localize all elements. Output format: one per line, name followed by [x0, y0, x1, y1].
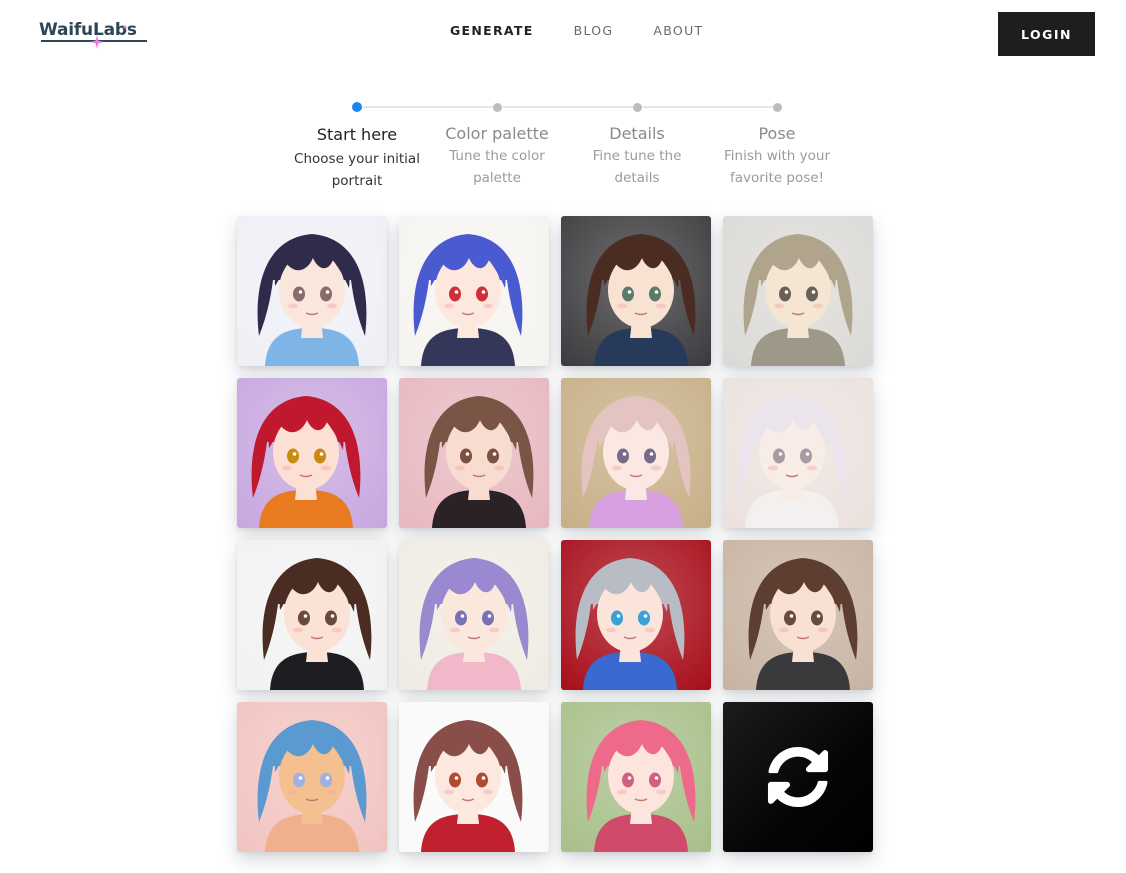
- portrait-eye-right: [638, 610, 650, 626]
- portrait-tile[interactable]: [399, 540, 549, 690]
- portrait-eye-right: [649, 286, 661, 302]
- portrait-eye-right: [320, 772, 332, 788]
- portrait-tile[interactable]: [237, 378, 387, 528]
- portrait-eye-right: [314, 448, 326, 464]
- login-button[interactable]: LOGIN: [998, 12, 1095, 56]
- step-desc: Choose your initial portrait: [294, 151, 420, 189]
- portrait-tile[interactable]: [237, 216, 387, 366]
- step-desc: Fine tune the details: [592, 148, 682, 186]
- portrait-tile[interactable]: [723, 540, 873, 690]
- portrait-tile[interactable]: [561, 540, 711, 690]
- portrait-eye-left: [784, 610, 796, 626]
- logo[interactable]: WaifuLabs: [39, 18, 147, 49]
- header: WaifuLabs GENERATE BLOG ABOUT LOGIN: [0, 0, 1126, 70]
- step-title: Pose: [758, 124, 796, 143]
- step-title: Start here: [316, 125, 398, 144]
- step-desc: Tune the color palette: [449, 148, 545, 186]
- portrait-image: [399, 540, 549, 690]
- portrait-eye-left: [617, 448, 629, 464]
- portrait-eye-right: [482, 610, 494, 626]
- portrait-eye-left: [455, 610, 467, 626]
- refresh-button[interactable]: [723, 702, 873, 852]
- portrait-tile[interactable]: [561, 216, 711, 366]
- portrait-eye-right: [811, 610, 823, 626]
- step-details: Details Fine tune the details: [567, 100, 707, 189]
- portrait-tile[interactable]: [399, 216, 549, 366]
- portrait-grid: [237, 216, 873, 852]
- small-sparkle-icon: [122, 24, 128, 30]
- portrait-image: [561, 378, 711, 528]
- portrait-image: [399, 378, 549, 528]
- portrait-eye-left: [449, 772, 461, 788]
- portrait-image: [561, 540, 711, 690]
- portrait-image: [723, 540, 873, 690]
- step-dot: [632, 103, 642, 112]
- portrait-eye-left: [773, 448, 785, 464]
- portrait-eye-left: [449, 286, 461, 302]
- portrait-eye-right: [325, 610, 337, 626]
- progress-stepper: Start here Choose your initial portrait C…: [287, 100, 847, 195]
- portrait-eye-left: [622, 286, 634, 302]
- step-title: Details: [609, 124, 665, 143]
- portrait-eye-right: [806, 286, 818, 302]
- portrait-image: [561, 216, 711, 366]
- portrait-tile[interactable]: [399, 702, 549, 852]
- portrait-eye-right: [476, 772, 488, 788]
- step-title: Color palette: [445, 124, 549, 143]
- portrait-image: [723, 216, 873, 366]
- step-pose: Pose Finish with your favorite pose!: [707, 100, 847, 189]
- portrait-tile[interactable]: [723, 378, 873, 528]
- portrait-image: [399, 702, 549, 852]
- portrait-image: [723, 378, 873, 528]
- step-desc: Finish with your favorite pose!: [723, 148, 830, 186]
- portrait-eye-left: [611, 610, 623, 626]
- portrait-tile[interactable]: [399, 378, 549, 528]
- portrait-tile[interactable]: [561, 378, 711, 528]
- portrait-eye-left: [298, 610, 310, 626]
- portrait-tile[interactable]: [561, 702, 711, 852]
- portrait-eye-right: [649, 772, 661, 788]
- refresh-icon: [767, 746, 829, 808]
- step-start-here[interactable]: Start here Choose your initial portrait: [287, 100, 427, 192]
- sparkle-icon: [90, 35, 104, 49]
- portrait-eye-left: [779, 286, 791, 302]
- step-color-palette: Color palette Tune the color palette: [427, 100, 567, 189]
- portrait-tile[interactable]: [237, 540, 387, 690]
- nav-generate[interactable]: GENERATE: [450, 22, 534, 40]
- nav-about[interactable]: ABOUT: [653, 22, 703, 40]
- portrait-image: [399, 216, 549, 366]
- portrait-tile[interactable]: [237, 702, 387, 852]
- step-dot-active: [352, 102, 362, 112]
- portrait-image: [561, 702, 711, 852]
- nav-blog[interactable]: BLOG: [574, 22, 614, 40]
- step-dot: [492, 103, 502, 112]
- portrait-image: [237, 702, 387, 852]
- main-nav: GENERATE BLOG ABOUT: [450, 22, 743, 40]
- portrait-eye-right: [800, 448, 812, 464]
- portrait-eye-left: [622, 772, 634, 788]
- portrait-eye-right: [320, 286, 332, 302]
- portrait-eye-left: [293, 286, 305, 302]
- step-dot: [772, 103, 782, 112]
- portrait-eye-right: [476, 286, 488, 302]
- portrait-eye-right: [487, 448, 499, 464]
- portrait-image: [237, 540, 387, 690]
- portrait-image: [237, 216, 387, 366]
- portrait-image: [237, 378, 387, 528]
- portrait-tile[interactable]: [723, 216, 873, 366]
- portrait-eye-left: [287, 448, 299, 464]
- portrait-eye-right: [644, 448, 656, 464]
- portrait-eye-left: [460, 448, 472, 464]
- logo-text: WaifuLabs: [39, 20, 137, 40]
- portrait-eye-left: [293, 772, 305, 788]
